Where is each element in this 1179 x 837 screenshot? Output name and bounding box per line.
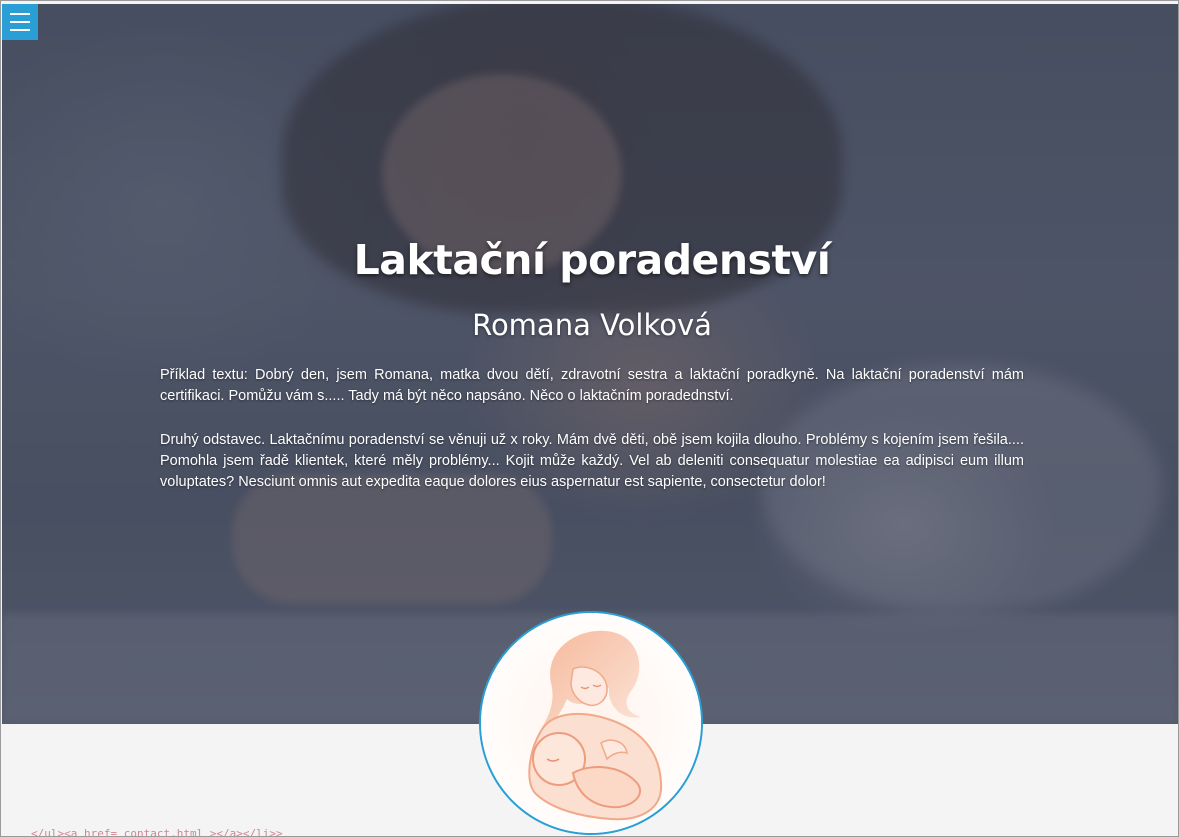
hamburger-menu-icon	[10, 13, 30, 15]
intro-paragraph: Příklad textu: Dobrý den, jsem Romana, m…	[160, 367, 1024, 404]
logo-circle	[479, 611, 703, 835]
page-subtitle: Romana Volková	[472, 308, 712, 342]
page-title: Laktační poradenství	[353, 236, 831, 284]
hero-content: Laktační poradenství Romana Volková Přík…	[160, 232, 1024, 493]
browser-viewport: Laktační poradenství Romana Volková Přík…	[0, 0, 1179, 837]
background-code-fragment: </ul><a href= contact.html ></a></li>>	[31, 827, 283, 837]
breastfeeding-mother-logo-icon	[481, 613, 701, 833]
hamburger-menu-icon-line	[10, 21, 30, 23]
hamburger-menu-icon-line	[10, 29, 30, 31]
second-paragraph: Druhý odstavec. Laktačnímu poradenství s…	[160, 432, 1024, 490]
menu-button[interactable]	[2, 4, 38, 40]
